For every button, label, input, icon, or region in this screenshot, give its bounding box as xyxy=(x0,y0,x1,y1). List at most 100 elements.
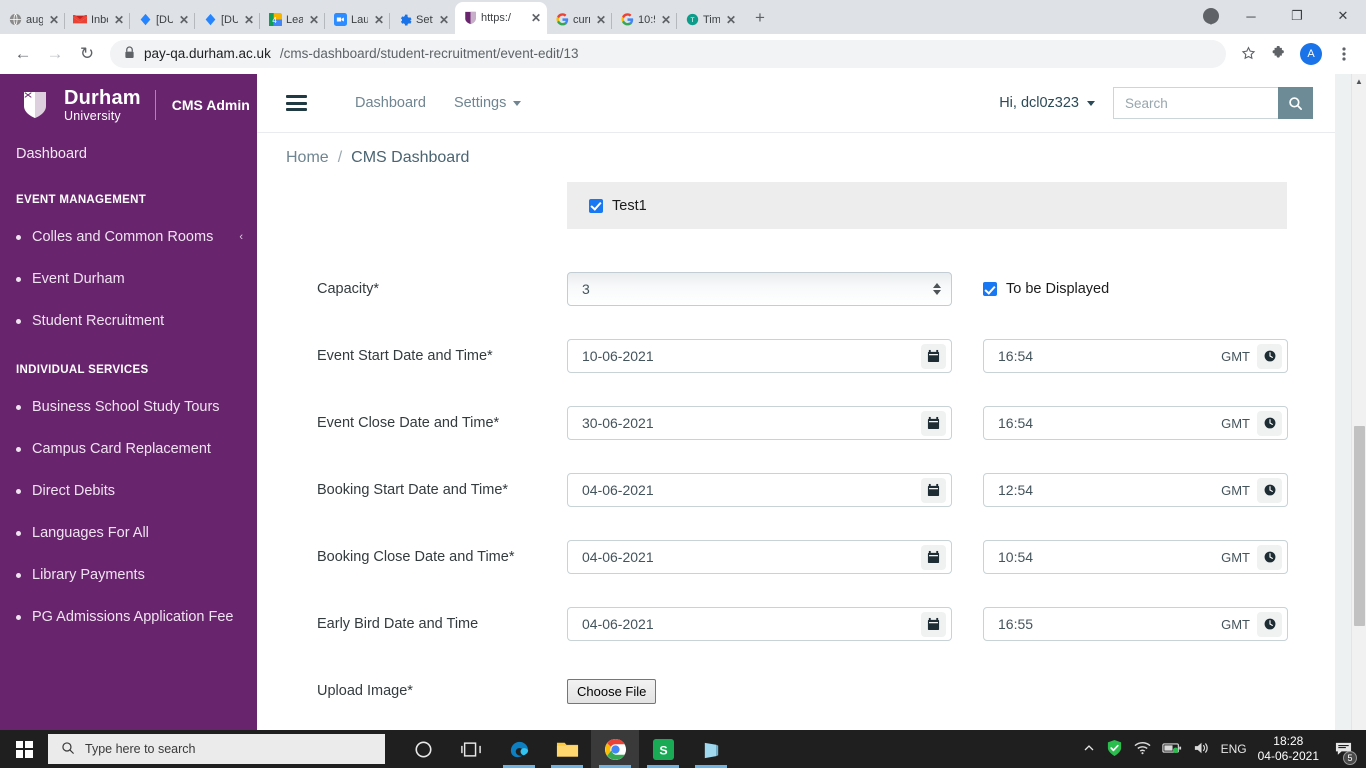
sidebar-item-direct-debits[interactable]: Direct Debits xyxy=(0,470,257,512)
checkbox-to-be-displayed[interactable] xyxy=(983,282,997,296)
file-explorer-icon[interactable] xyxy=(543,730,591,768)
browser-tab[interactable]: Launch ✕ xyxy=(325,5,390,34)
user-menu[interactable]: Hi, dcl0z323 xyxy=(999,95,1095,111)
stepper-down-icon[interactable] xyxy=(933,290,941,295)
windows-start-icon[interactable] xyxy=(0,730,48,768)
task-view-icon[interactable] xyxy=(447,730,495,768)
scrollbar-thumb[interactable] xyxy=(1354,426,1365,626)
sidebar-item-student-recruitment[interactable]: Student Recruitment xyxy=(0,300,257,342)
page-scrollbar[interactable]: ▲ xyxy=(1351,74,1366,730)
puzzle-icon[interactable] xyxy=(1264,40,1292,68)
stepper-up-icon[interactable] xyxy=(933,283,941,288)
chrome-icon[interactable] xyxy=(591,730,639,768)
sidebar-item-business-school-study-tours[interactable]: Business School Study Tours xyxy=(0,386,257,428)
event-start-date-input[interactable]: 10-06-2021 xyxy=(567,339,952,373)
cortana-icon[interactable] xyxy=(399,730,447,768)
close-icon[interactable]: ✕ xyxy=(724,13,738,27)
clock-icon[interactable] xyxy=(1257,544,1282,570)
back-button[interactable]: ← xyxy=(8,39,38,69)
booking-close-time-input[interactable]: 10:54 GMT xyxy=(983,540,1288,574)
browser-tab[interactable]: [DURT\ ✕ xyxy=(130,5,195,34)
battery-icon[interactable] xyxy=(1161,742,1182,757)
browser-tab[interactable]: [DURT\ ✕ xyxy=(195,5,260,34)
security-icon[interactable] xyxy=(1106,739,1123,760)
calendar-icon[interactable] xyxy=(921,343,946,369)
close-icon[interactable]: ✕ xyxy=(372,13,386,27)
choose-file-button[interactable]: Choose File xyxy=(567,678,657,704)
volume-icon[interactable] xyxy=(1193,741,1210,758)
hamburger-icon[interactable] xyxy=(286,95,307,111)
event-start-time-input[interactable]: 16:54 GMT xyxy=(983,339,1288,373)
clock-icon[interactable] xyxy=(1257,611,1282,637)
sidebar-item-colleges-and-common-rooms[interactable]: Colles and Common Rooms ‹ xyxy=(0,216,257,258)
close-icon[interactable]: ✕ xyxy=(437,13,451,27)
close-window-button[interactable]: ✕ xyxy=(1320,0,1366,32)
spreadsheet-icon[interactable]: S xyxy=(639,730,687,768)
close-icon[interactable]: ✕ xyxy=(242,13,256,27)
sidebar-item-campus-card-replacement[interactable]: Campus Card Replacement xyxy=(0,428,257,470)
event-close-date-input[interactable]: 30-06-2021 xyxy=(567,406,952,440)
show-hidden-icons[interactable] xyxy=(1083,742,1095,757)
capacity-input[interactable]: 3 xyxy=(567,272,952,306)
new-tab-button[interactable]: + xyxy=(746,4,774,32)
kebab-menu-icon[interactable] xyxy=(1330,40,1358,68)
address-bar[interactable]: pay-qa.durham.ac.uk/cms-dashboard/studen… xyxy=(110,39,1226,68)
nav-link-settings[interactable]: Settings xyxy=(454,95,522,111)
number-stepper[interactable] xyxy=(933,283,941,295)
wifi-icon[interactable] xyxy=(1134,741,1151,758)
browser-tab[interactable]: Setting ✕ xyxy=(390,5,455,34)
event-close-time-input[interactable]: 16:54 GMT xyxy=(983,406,1288,440)
breadcrumb-home[interactable]: Home xyxy=(286,149,329,167)
forward-button[interactable]: → xyxy=(40,39,70,69)
close-icon[interactable]: ✕ xyxy=(177,13,191,27)
sidebar-item-library-payments[interactable]: Library Payments xyxy=(0,554,257,596)
browser-tab-active[interactable]: https:/ ✕ xyxy=(455,2,547,34)
browser-tab[interactable]: 10:54 g ✕ xyxy=(612,5,677,34)
close-icon[interactable]: ✕ xyxy=(594,13,608,27)
early-bird-time-input[interactable]: 16:55 GMT xyxy=(983,607,1288,641)
calendar-icon[interactable] xyxy=(921,544,946,570)
calendar-icon[interactable] xyxy=(921,611,946,637)
search-button[interactable] xyxy=(1278,87,1313,119)
clock-icon[interactable] xyxy=(1257,410,1282,436)
scrollbar-up-arrow[interactable]: ▲ xyxy=(1352,74,1366,89)
star-icon[interactable] xyxy=(1234,40,1262,68)
calendar-icon[interactable] xyxy=(921,477,946,503)
close-icon[interactable]: ✕ xyxy=(659,13,673,27)
booking-start-time-input[interactable]: 12:54 GMT xyxy=(983,473,1288,507)
edge-icon[interactable] xyxy=(495,730,543,768)
browser-tab[interactable]: current ✕ xyxy=(547,5,612,34)
checkbox-test1[interactable] xyxy=(589,198,603,213)
close-icon[interactable]: ✕ xyxy=(529,11,543,25)
avatar[interactable]: A xyxy=(1300,42,1322,65)
close-icon[interactable]: ✕ xyxy=(307,13,321,27)
notifications-icon[interactable]: 5 xyxy=(1330,734,1357,765)
nav-link-dashboard[interactable]: Dashboard xyxy=(355,95,426,111)
browser-tab[interactable]: 4 Learnin ✕ xyxy=(260,5,325,34)
browser-tab[interactable]: Inbox ( ✕ xyxy=(65,5,130,34)
taskbar-clock[interactable]: 18:28 04-06-2021 xyxy=(1258,734,1319,764)
clock-icon[interactable] xyxy=(1257,343,1282,369)
sidebar-item-dashboard[interactable]: Dashboard xyxy=(0,136,257,172)
reload-button[interactable]: ↻ xyxy=(72,39,102,69)
close-icon[interactable]: ✕ xyxy=(112,13,126,27)
browser-tab[interactable]: T Time Z ✕ xyxy=(677,5,742,34)
taskbar-search[interactable]: Type here to search xyxy=(48,734,385,764)
sidebar-item-languages-for-all[interactable]: Languages For All xyxy=(0,512,257,554)
sidebar-brand[interactable]: Durham University CMS Admin xyxy=(0,74,257,136)
booking-close-date-input[interactable]: 04-06-2021 xyxy=(567,540,952,574)
profile-pin-icon[interactable] xyxy=(1194,0,1228,32)
store-icon[interactable] xyxy=(687,730,735,768)
clock-icon[interactable] xyxy=(1257,477,1282,503)
browser-tab[interactable]: august ✕ xyxy=(0,5,65,34)
language-indicator[interactable]: ENG xyxy=(1221,742,1247,756)
close-icon[interactable]: ✕ xyxy=(47,13,61,27)
calendar-icon[interactable] xyxy=(921,410,946,436)
search-input[interactable] xyxy=(1113,87,1278,119)
minimize-button[interactable]: ─ xyxy=(1228,0,1274,32)
sidebar-item-event-durham[interactable]: Event Durham xyxy=(0,258,257,300)
maximize-button[interactable]: ❐ xyxy=(1274,0,1320,32)
early-bird-date-input[interactable]: 04-06-2021 xyxy=(567,607,952,641)
booking-start-date-input[interactable]: 04-06-2021 xyxy=(567,473,952,507)
sidebar-item-pg-admissions-application-fee[interactable]: PG Admissions Application Fee xyxy=(0,596,257,638)
